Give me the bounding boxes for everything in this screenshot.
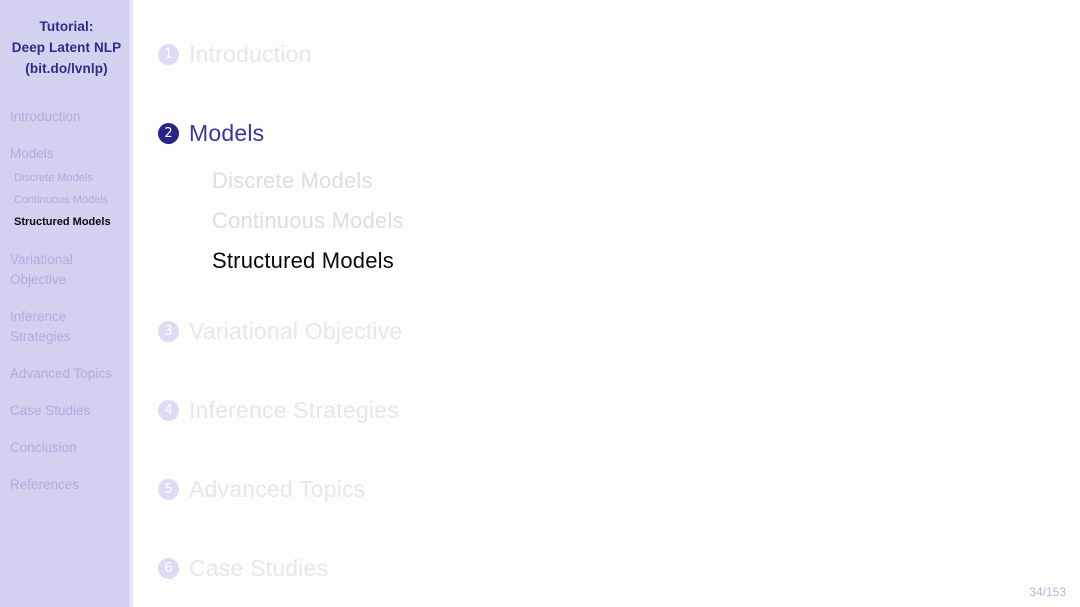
- toc-subsection-list: Discrete Models Continuous Models Struct…: [133, 161, 1080, 281]
- toc-number-badge: 4: [158, 399, 179, 421]
- sidebar-item-references[interactable]: References: [0, 475, 133, 495]
- toc-entry-introduction[interactable]: 1 Introduction: [133, 34, 1080, 74]
- toc-number-badge: 3: [158, 320, 179, 342]
- toc-entry-label: Inference Strategies: [189, 396, 399, 423]
- slide: Tutorial: Deep Latent NLP (bit.do/lvnlp)…: [0, 0, 1080, 607]
- sidebar-subitem-continuous-models[interactable]: Continuous Models: [0, 191, 133, 209]
- sidebar-title-line-1: Tutorial:: [39, 19, 94, 34]
- table-of-contents: 1 Introduction 2 Models Discrete Models …: [133, 0, 1080, 607]
- toc-entry-case-studies[interactable]: 6 Case Studies: [133, 548, 1080, 588]
- toc-entry-label: Case Studies: [189, 554, 329, 581]
- toc-number-badge: 5: [158, 478, 179, 500]
- toc-entry-label: Variational Objective: [189, 317, 403, 344]
- sidebar-title-line-2: Deep Latent NLP: [11, 40, 122, 55]
- toc-entry-label: Introduction: [189, 40, 312, 67]
- sidebar-title-line-3: (bit.do/lvnlp): [25, 61, 108, 76]
- sidebar-item-case-studies[interactable]: Case Studies: [0, 401, 133, 421]
- toc-entry-label: Advanced Topics: [189, 475, 366, 502]
- toc-subsection-structured-models[interactable]: Structured Models: [212, 241, 1080, 281]
- sidebar-subitem-discrete-models[interactable]: Discrete Models: [0, 169, 133, 187]
- toc-subsection-discrete-models[interactable]: Discrete Models: [212, 161, 1080, 201]
- sidebar-navigation: Tutorial: Deep Latent NLP (bit.do/lvnlp)…: [0, 0, 133, 607]
- sidebar-title: Tutorial: Deep Latent NLP (bit.do/lvnlp): [0, 0, 133, 79]
- page-number: 34/153: [1029, 585, 1066, 599]
- toc-entry-advanced-topics[interactable]: 5 Advanced Topics: [133, 469, 1080, 509]
- sidebar-subitem-list: Discrete Models Continuous Models Struct…: [0, 169, 133, 231]
- toc-number-badge: 6: [158, 557, 179, 579]
- sidebar-subitem-structured-models[interactable]: Structured Models: [0, 213, 133, 231]
- sidebar-item-introduction[interactable]: Introduction: [0, 107, 133, 127]
- toc-number-badge: 2: [158, 122, 179, 144]
- toc-entry-label: Models: [189, 119, 265, 146]
- sidebar-item-models[interactable]: Models: [0, 144, 133, 164]
- toc-entry-variational-objective[interactable]: 3 Variational Objective: [133, 311, 1080, 351]
- sidebar-item-advanced-topics[interactable]: Advanced Topics: [0, 364, 133, 384]
- toc-subsection-continuous-models[interactable]: Continuous Models: [212, 201, 1080, 241]
- sidebar-item-list: Introduction Models Discrete Models Cont…: [0, 107, 133, 495]
- toc-entry-inference-strategies[interactable]: 4 Inference Strategies: [133, 390, 1080, 430]
- sidebar-item-conclusion[interactable]: Conclusion: [0, 438, 133, 458]
- toc-entry-models[interactable]: 2 Models: [133, 113, 1080, 153]
- sidebar-item-variational-objective[interactable]: Variational Objective: [0, 250, 133, 290]
- toc-number-badge: 1: [158, 43, 179, 65]
- sidebar-item-inference-strategies[interactable]: Inference Strategies: [0, 307, 133, 347]
